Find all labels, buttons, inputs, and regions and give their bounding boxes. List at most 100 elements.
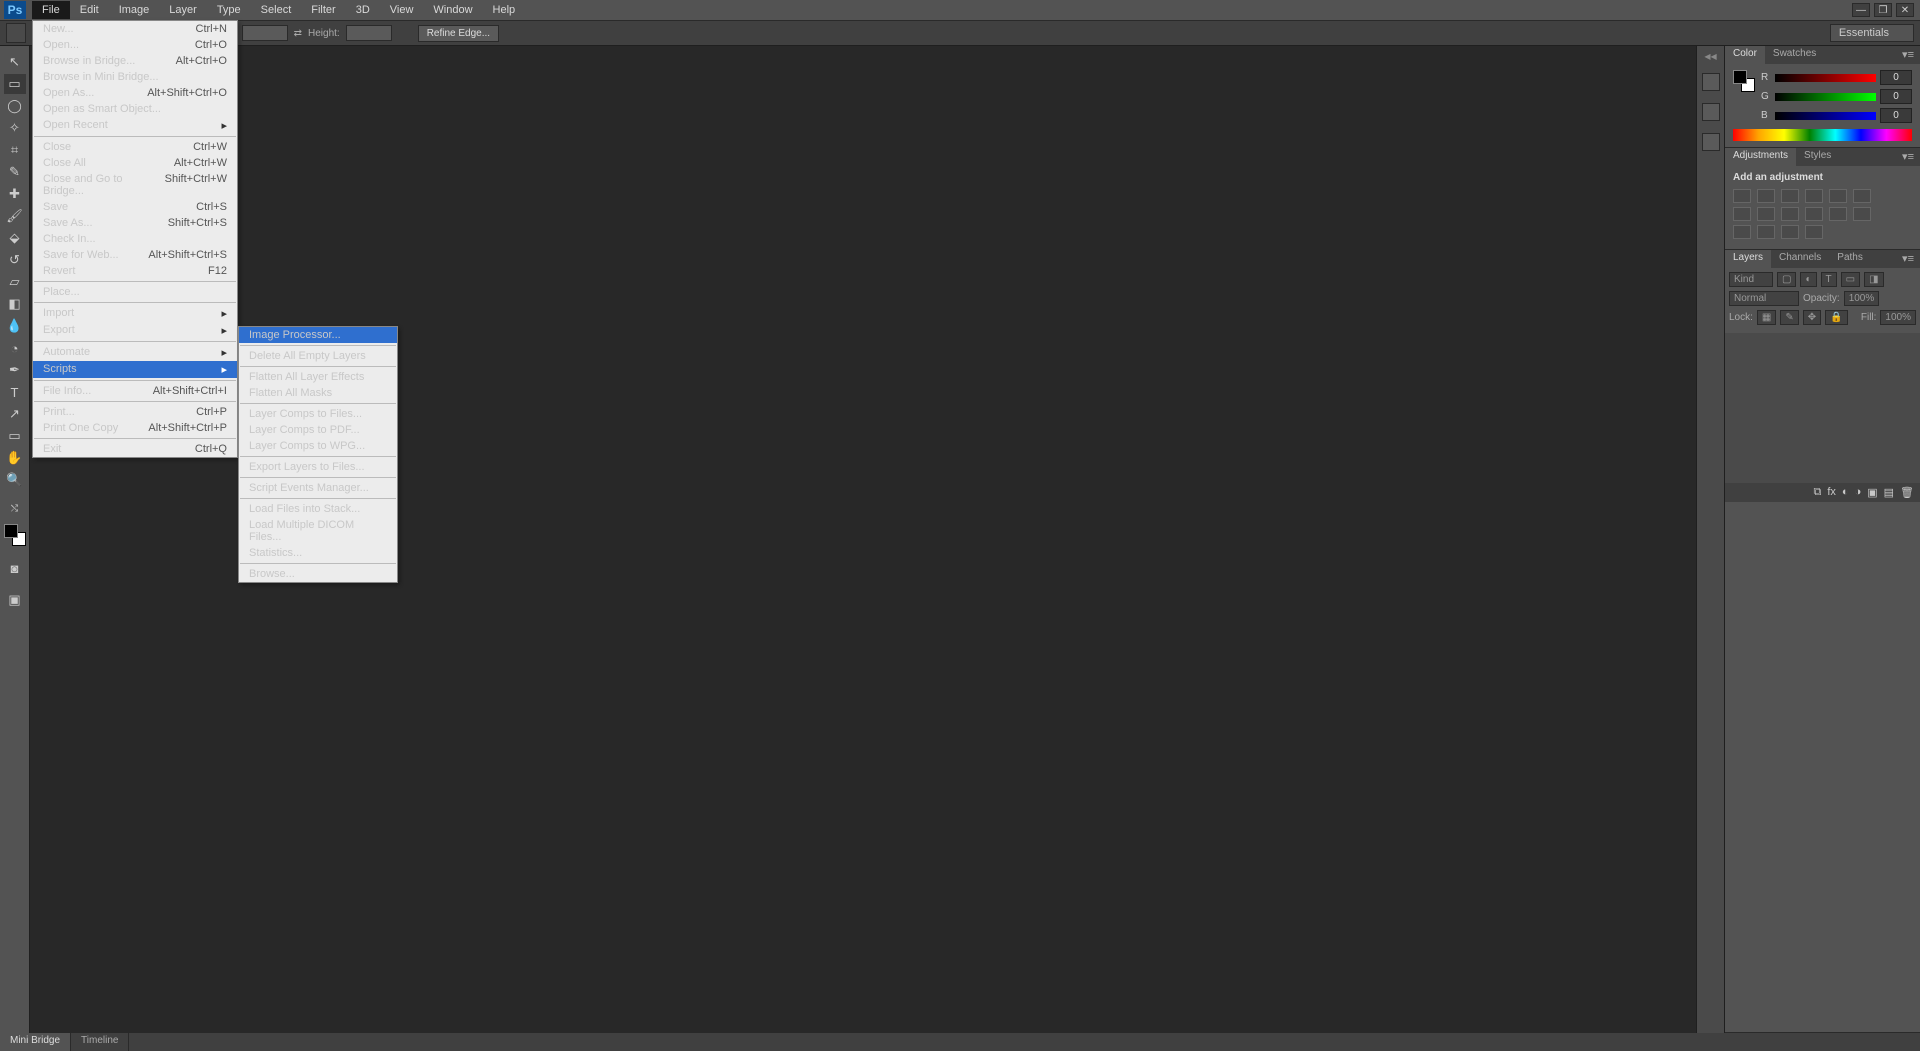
menubar-image[interactable]: Image: [109, 1, 160, 19]
fx-icon[interactable]: fx: [1827, 486, 1836, 499]
menu-item[interactable]: Import▸: [33, 305, 237, 322]
height-input[interactable]: [346, 25, 392, 41]
filter-icon[interactable]: ▢: [1777, 272, 1796, 287]
adjustments-tab[interactable]: Adjustments: [1725, 148, 1796, 166]
menu-item[interactable]: Browse...: [239, 566, 397, 582]
timeline-tab[interactable]: Timeline: [71, 1033, 129, 1051]
g-slider[interactable]: [1775, 93, 1876, 101]
gradient-tool-icon[interactable]: ◧: [4, 294, 26, 314]
adj-icon[interactable]: [1757, 207, 1775, 221]
lock-icon[interactable]: 🔒: [1825, 310, 1847, 325]
brush-tool-icon[interactable]: 🖌: [4, 206, 26, 226]
dock-icon[interactable]: [1702, 103, 1720, 121]
kind-filter[interactable]: Kind: [1729, 272, 1773, 287]
dodge-tool-icon[interactable]: ◔: [4, 338, 26, 358]
menu-item[interactable]: Automate▸: [33, 344, 237, 361]
adj-icon[interactable]: [1733, 189, 1751, 203]
current-tool-icon[interactable]: [6, 23, 26, 43]
adj-icon[interactable]: [1805, 189, 1823, 203]
channels-tab[interactable]: Channels: [1771, 250, 1829, 268]
menubar-help[interactable]: Help: [483, 1, 526, 19]
color-chips[interactable]: [4, 524, 26, 546]
adj-icon[interactable]: [1805, 225, 1823, 239]
eraser-tool-icon[interactable]: ▱: [4, 272, 26, 292]
menubar-select[interactable]: Select: [251, 1, 302, 19]
move-tool-icon[interactable]: ↖: [4, 52, 26, 72]
paths-tab[interactable]: Paths: [1829, 250, 1871, 268]
menubar-file[interactable]: File: [32, 1, 70, 19]
delete-layer-icon[interactable]: 🗑: [1900, 486, 1914, 499]
swatches-tab[interactable]: Swatches: [1765, 46, 1824, 64]
zoom-tool-icon[interactable]: 🔍: [4, 470, 26, 490]
r-slider[interactable]: [1775, 74, 1876, 82]
adj-icon[interactable]: [1853, 189, 1871, 203]
foreground-color-chip[interactable]: [4, 524, 18, 538]
styles-tab[interactable]: Styles: [1796, 148, 1839, 166]
filter-icon[interactable]: ◨: [1864, 272, 1883, 287]
swap-colors-icon[interactable]: ⤭: [4, 498, 26, 518]
path-tool-icon[interactable]: ↗: [4, 404, 26, 424]
menubar-3d[interactable]: 3D: [346, 1, 380, 19]
adj-icon[interactable]: [1757, 189, 1775, 203]
screenmode-icon[interactable]: ▣: [4, 590, 26, 610]
fill-value[interactable]: 100%: [1880, 310, 1916, 325]
menubar-edit[interactable]: Edit: [70, 1, 109, 19]
menu-item[interactable]: New...Ctrl+N: [33, 21, 237, 37]
crop-tool-icon[interactable]: ⌗: [4, 140, 26, 160]
menu-item[interactable]: Image Processor...: [239, 327, 397, 343]
color-tab[interactable]: Color: [1725, 46, 1765, 64]
menu-item[interactable]: Open...Ctrl+O: [33, 37, 237, 53]
adj-icon[interactable]: [1781, 207, 1799, 221]
menubar-type[interactable]: Type: [207, 1, 251, 19]
menu-item[interactable]: ExitCtrl+Q: [33, 441, 237, 457]
mask-icon[interactable]: ◐: [1842, 486, 1849, 499]
adj-icon[interactable]: [1829, 189, 1847, 203]
g-value[interactable]: 0: [1880, 89, 1912, 104]
filter-icon[interactable]: T: [1821, 272, 1837, 287]
dock-icon[interactable]: [1702, 133, 1720, 151]
b-value[interactable]: 0: [1880, 108, 1912, 123]
dock-icon[interactable]: [1702, 73, 1720, 91]
menu-item[interactable]: Browse in Mini Bridge...: [33, 69, 237, 85]
menu-item[interactable]: Browse in Bridge...Alt+Ctrl+O: [33, 53, 237, 69]
menubar-filter[interactable]: Filter: [301, 1, 345, 19]
close-button[interactable]: ✕: [1896, 3, 1914, 17]
panel-menu-icon[interactable]: ▾≡: [1896, 46, 1920, 64]
wand-tool-icon[interactable]: ✧: [4, 118, 26, 138]
r-value[interactable]: 0: [1880, 70, 1912, 85]
adj-icon[interactable]: [1781, 225, 1799, 239]
filter-icon[interactable]: ◐: [1800, 272, 1816, 287]
menubar-layer[interactable]: Layer: [159, 1, 207, 19]
pen-tool-icon[interactable]: ✒: [4, 360, 26, 380]
menu-item[interactable]: Open As...Alt+Shift+Ctrl+O: [33, 85, 237, 101]
type-tool-icon[interactable]: T: [4, 382, 26, 402]
adj-icon[interactable]: [1781, 189, 1799, 203]
menubar-window[interactable]: Window: [423, 1, 482, 19]
panel-menu-icon[interactable]: ▾≡: [1896, 148, 1920, 166]
mini-bridge-tab[interactable]: Mini Bridge: [0, 1033, 71, 1051]
color-ramp[interactable]: [1733, 129, 1912, 141]
b-slider[interactable]: [1775, 112, 1876, 120]
panel-menu-icon[interactable]: ▾≡: [1896, 250, 1920, 268]
width-input[interactable]: [242, 25, 288, 41]
filter-icon[interactable]: ▭: [1841, 272, 1860, 287]
adj-icon[interactable]: [1757, 225, 1775, 239]
menu-item[interactable]: Scripts▸: [33, 361, 237, 378]
adj-icon[interactable]: [1733, 225, 1751, 239]
menu-item[interactable]: Statistics...: [239, 545, 397, 561]
new-layer-icon[interactable]: ▤: [1884, 486, 1894, 499]
menu-item[interactable]: Load Files into Stack...: [239, 501, 397, 517]
maximize-button[interactable]: ❐: [1874, 3, 1892, 17]
blur-tool-icon[interactable]: 💧: [4, 316, 26, 336]
lasso-tool-icon[interactable]: ◯: [4, 96, 26, 116]
workspace-switcher[interactable]: Essentials: [1830, 24, 1914, 42]
eyedropper-tool-icon[interactable]: ✎: [4, 162, 26, 182]
color-panel-chips[interactable]: [1733, 70, 1755, 92]
adj-icon[interactable]: [1733, 207, 1751, 221]
opacity-value[interactable]: 100%: [1844, 291, 1880, 306]
adjustment-layer-icon[interactable]: ◑: [1855, 486, 1862, 499]
lock-icon[interactable]: ✥: [1803, 310, 1821, 325]
group-icon[interactable]: ▣: [1867, 486, 1877, 499]
lock-icon[interactable]: ✎: [1780, 310, 1798, 325]
refine-edge-button[interactable]: Refine Edge...: [418, 25, 499, 42]
